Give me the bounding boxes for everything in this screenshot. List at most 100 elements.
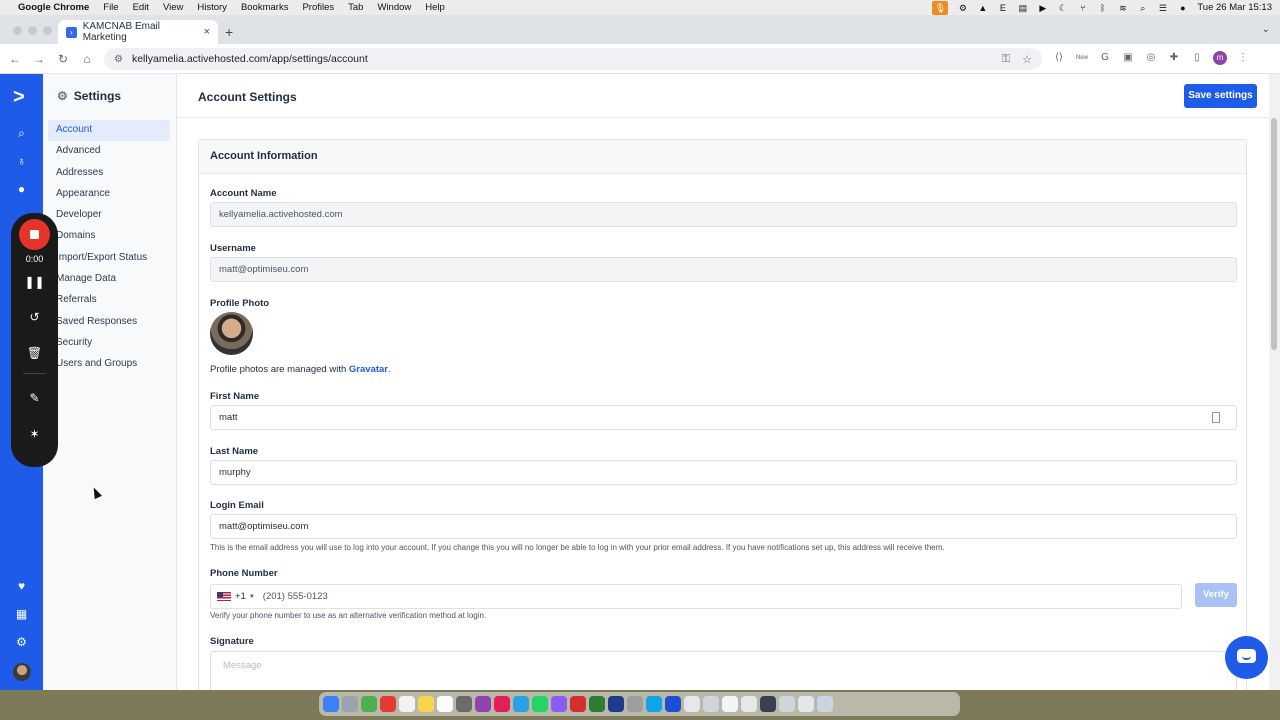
settings-gear-icon[interactable]: ⚙ [0,635,43,649]
sidebar-item-domains[interactable]: Domains [48,226,170,247]
doc-icon-1[interactable] [703,696,719,712]
menu-tab[interactable]: Tab [348,2,363,13]
site-info-icon[interactable]: ⚙ [114,54,123,65]
doc-icon-4[interactable] [760,696,776,712]
whatsapp-icon[interactable] [532,696,548,712]
sidebar-item-import-export[interactable]: Import/Export Status [48,248,170,269]
close-window-button[interactable] [13,26,22,35]
clock[interactable]: Tue 26 Mar 15:13 [1197,2,1272,13]
slack-icon[interactable] [494,696,510,712]
spotlight-icon[interactable]: ⌕ [1137,3,1148,13]
clipboard-icon[interactable]: ▤ [1017,3,1028,13]
doc-icon-6[interactable] [798,696,814,712]
microphone-icon[interactable]: 🎙 [932,0,949,15]
extension-circle-icon[interactable]: ◎ [1144,51,1158,65]
wifi-icon[interactable]: ≋ [1117,3,1128,13]
save-settings-button[interactable]: Save settings [1184,84,1257,108]
phone-input[interactable]: (201) 555-0123 [263,591,328,602]
doc-icon-5[interactable] [779,696,795,712]
forward-icon[interactable]: → [27,52,51,66]
doc-icon-2[interactable] [722,696,738,712]
telegram-icon[interactable] [513,696,529,712]
fork-icon[interactable]: ⑂ [1077,3,1088,13]
verify-button[interactable]: Verify [1195,583,1237,607]
menu-history[interactable]: History [197,2,227,13]
app-green-icon[interactable] [589,696,605,712]
bluetooth-icon[interactable]: ᛒ [1097,3,1108,13]
menu-edit[interactable]: Edit [133,2,149,13]
sidebar-item-referrals[interactable]: Referrals [48,290,170,311]
sidebar-item-addresses[interactable]: Addresses [48,163,170,184]
profile-avatar[interactable]: m [1213,51,1227,65]
tool-icon[interactable] [627,696,643,712]
siri-icon[interactable]: ● [1177,3,1188,13]
page-scrollbar[interactable] [1269,74,1280,690]
stop-recording-button[interactable] [19,219,50,250]
password-key-icon[interactable]: ⚿ [1002,53,1010,66]
sidebar-item-saved-responses[interactable]: Saved Responses [48,312,170,333]
contacts-icon[interactable]: ● [0,182,43,196]
evs-icon[interactable] [608,696,624,712]
restart-icon[interactable]: ↺ [11,310,58,324]
sidebar-item-developer[interactable]: Developer [48,205,170,226]
sidebar-item-appearance[interactable]: Appearance [48,184,170,205]
menu-help[interactable]: Help [425,2,445,13]
apps-icon[interactable]: ▦ [0,607,43,621]
chevron-down-icon[interactable]: ▼ [249,594,255,600]
autofill-icon[interactable] [1212,412,1220,423]
activecampaign-logo-icon[interactable]: > [13,86,25,109]
login-email-field[interactable]: matt@optimiseu.com [210,514,1237,539]
finder-icon[interactable] [323,696,339,712]
control-center-icon[interactable]: ☰ [1157,3,1168,13]
gravatar-link[interactable]: Gravatar [349,364,388,375]
home-icon[interactable]: ⌂ [75,52,99,66]
scrollbar-thumb[interactable] [1271,118,1277,350]
sidebar-item-advanced[interactable]: Advanced [48,141,170,162]
extension-code-icon[interactable]: ⟨⟩ [1052,51,1066,65]
menu-window[interactable]: Window [377,2,411,13]
drive-icon[interactable]: ▲ [977,3,988,13]
phone-number-field[interactable]: +1 ▼ (201) 555-0123 [210,584,1182,609]
tab-search-icon[interactable]: ⌄ [1262,24,1270,35]
close-tab-icon[interactable]: × [204,26,210,38]
last-name-field[interactable]: murphy [210,460,1237,485]
menu-view[interactable]: View [163,2,183,13]
minimize-window-button[interactable] [28,26,37,35]
zoom-icon[interactable] [665,696,681,712]
lightbulb-icon[interactable]: ♁ [0,154,43,168]
play-icon[interactable]: ▶ [1037,3,1048,13]
menu-file[interactable]: File [103,2,118,13]
chrome-menu-icon[interactable]: ⋮ [1236,51,1250,65]
gear-status-icon[interactable]: ⚙ [957,3,968,13]
preview-icon[interactable] [684,696,700,712]
user-avatar[interactable] [13,663,31,681]
grammarly-icon[interactable]: G [1098,51,1112,65]
launchpad-icon[interactable] [342,696,358,712]
chat-support-button[interactable] [1225,636,1268,679]
calendar-icon[interactable] [399,696,415,712]
doc-icon-3[interactable] [741,696,757,712]
new-tab-button[interactable]: + [225,24,233,40]
sidebar-item-security[interactable]: Security [48,333,170,354]
trash-icon[interactable]: 🗑 [11,346,58,360]
sidebar-item-account[interactable]: Account [48,120,170,142]
bookmark-star-icon[interactable]: ☆ [1022,53,1032,66]
first-name-field[interactable]: matt [210,405,1237,430]
trash-dock-icon[interactable] [817,696,833,712]
evernote-icon[interactable]: E [997,3,1008,13]
extension-new-icon[interactable]: New [1075,51,1089,65]
country-code[interactable]: +1 [235,591,246,602]
browser-tab[interactable]: › KAMCNAB Email Marketing × [58,20,218,44]
app-store-icon[interactable] [551,696,567,712]
search-icon[interactable]: ⌕ [0,126,43,141]
effects-wand-icon[interactable]: ✶ [11,427,58,441]
menu-profiles[interactable]: Profiles [302,2,334,13]
pencil-icon[interactable]: ✎ [11,391,58,405]
todoist-icon[interactable] [570,696,586,712]
settings-app-icon[interactable] [456,696,472,712]
menu-bookmarks[interactable]: Bookmarks [241,2,289,13]
us-flag-icon[interactable] [217,592,231,601]
back-icon[interactable]: ← [3,52,27,66]
menu-app-name[interactable]: Google Chrome [18,2,89,13]
messages-icon[interactable] [361,696,377,712]
